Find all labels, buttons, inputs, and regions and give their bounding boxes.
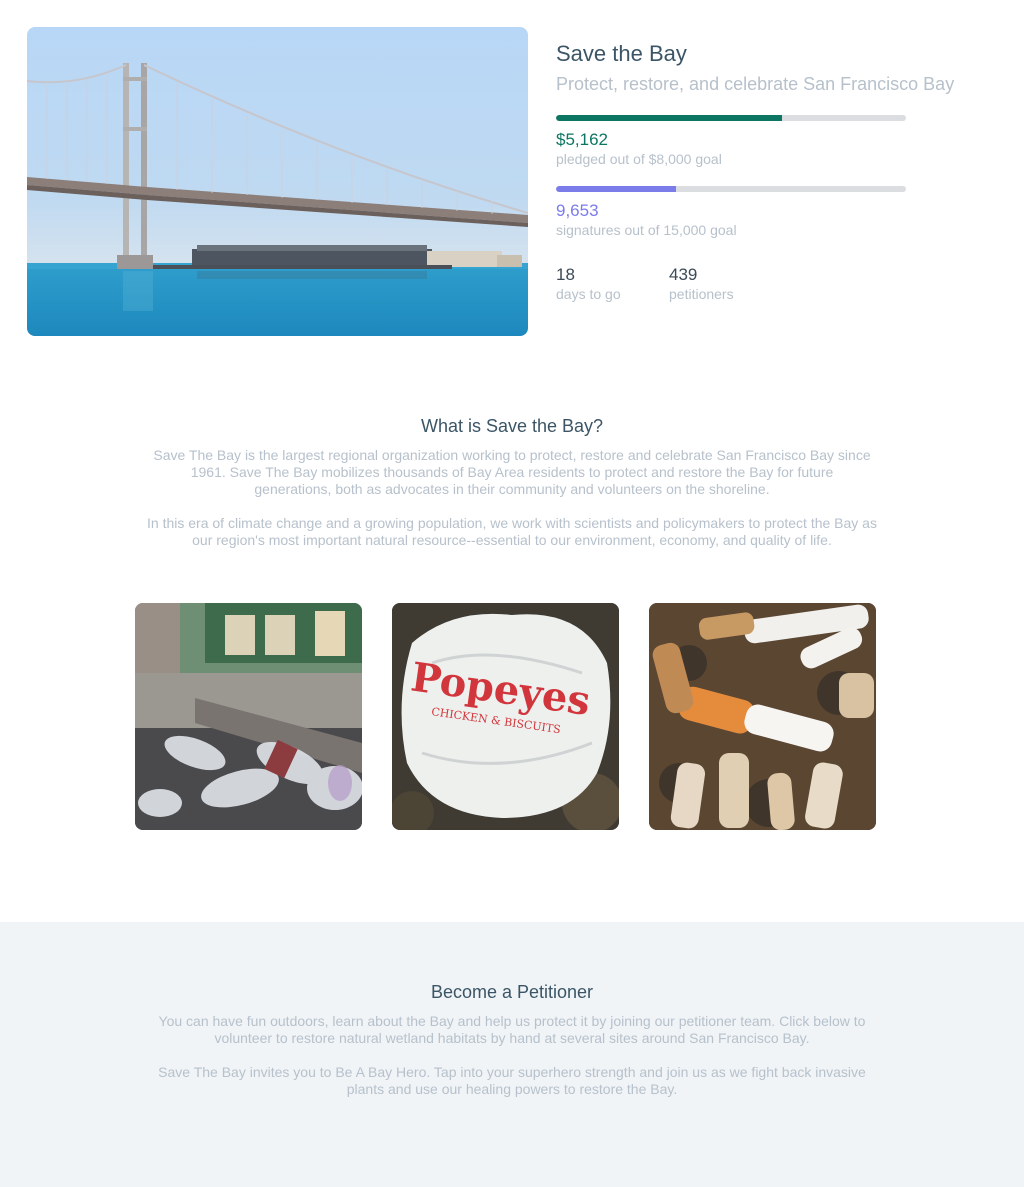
about-heading: What is Save the Bay?	[420, 416, 604, 436]
litter-photo-gallery: Popeyes CHICKEN & BISCUITS	[135, 603, 876, 830]
signatures-progress-fill	[556, 186, 677, 192]
stat-petitioners: 439 petitioners	[669, 265, 782, 303]
pledge-progress-bar	[556, 115, 906, 121]
cigarette-butts-photo	[649, 603, 876, 830]
days-to-go-label: days to go	[556, 286, 621, 302]
petitioners-value: 439	[669, 265, 698, 284]
campaign-title: Save the Bay	[556, 41, 687, 66]
stat-days-to-go: 18 days to go	[556, 265, 669, 303]
pledged-goal-label: pledged out of $8,000 goal	[556, 151, 722, 167]
about-paragraph: In this era of climate change and a grow…	[147, 515, 877, 548]
pledged-amount: $5,162	[556, 130, 608, 149]
signature-goal-label: signatures out of 15,000 goal	[556, 222, 737, 238]
campaign-stats: 18 days to go 439 petitioners	[556, 265, 996, 303]
about-section: What is Save the Bay? Save The Bay is th…	[0, 414, 1024, 549]
about-paragraph: Save The Bay is the largest regional org…	[153, 447, 871, 497]
petition-paragraph: Save The Bay invites you to Be A Bay Her…	[158, 1064, 866, 1097]
days-to-go-value: 18	[556, 265, 575, 284]
pledge-progress-fill	[556, 115, 782, 121]
bottles-litter-photo	[135, 603, 362, 830]
petition-section: Become a Petitioner You can have fun out…	[0, 922, 1024, 1187]
campaign-subtitle: Protect, restore, and celebrate San Fran…	[556, 74, 955, 94]
petitioners-label: petitioners	[669, 286, 734, 302]
page: Save the Bay Protect, restore, and celeb…	[0, 0, 1024, 1187]
hero-bay-bridge-photo	[27, 27, 528, 336]
petition-paragraph: You can have fun outdoors, learn about t…	[158, 1013, 866, 1046]
signatures-progress-bar	[556, 186, 906, 192]
signature-count: 9,653	[556, 201, 599, 220]
petition-heading: Become a Petitioner	[430, 982, 594, 1002]
campaign-panel: Save the Bay Protect, restore, and celeb…	[556, 40, 996, 303]
popeyes-bag-photo: Popeyes CHICKEN & BISCUITS	[392, 603, 619, 830]
